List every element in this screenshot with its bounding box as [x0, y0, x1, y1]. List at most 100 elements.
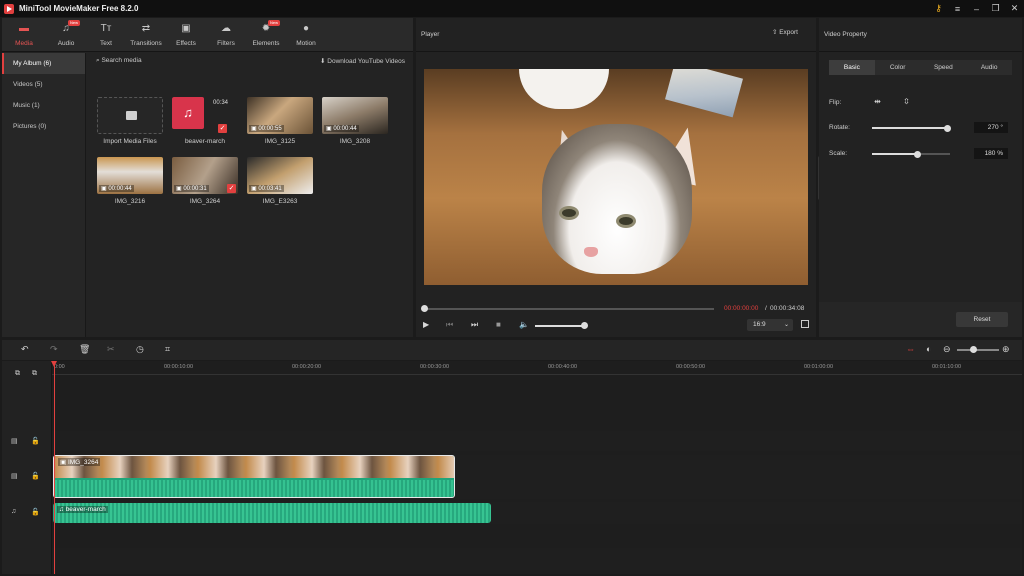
- minimize-button[interactable]: –: [967, 4, 986, 14]
- scale-value-field[interactable]: 180 %: [974, 148, 1008, 159]
- flip-vertical-icon[interactable]: ⇳: [900, 97, 913, 107]
- play-icon[interactable]: ▶: [423, 320, 429, 329]
- seek-knob[interactable]: [421, 305, 428, 312]
- tool-filters[interactable]: ☁ Filters: [206, 22, 246, 47]
- delete-icon[interactable]: 🗑: [79, 344, 90, 355]
- media-panel: ▬ Media New ♫ Audio Tт Text ⇄ Transition…: [2, 18, 413, 337]
- maximize-button[interactable]: ❐: [986, 3, 1005, 14]
- media-name: IMG_3264: [189, 198, 221, 205]
- sidebar-item-pictures[interactable]: Pictures (0): [2, 116, 85, 137]
- sidebar-item-my-album[interactable]: My Album (6): [2, 53, 85, 74]
- app-title: MiniTool MovieMaker Free 8.2.0: [19, 4, 139, 13]
- export-button[interactable]: ⇧ Export: [772, 28, 798, 36]
- tool-transitions[interactable]: ⇄ Transitions: [126, 22, 166, 47]
- media-duration: ▣ 00:03:41: [249, 185, 284, 192]
- total-time: 00:00:34:08: [770, 305, 805, 312]
- clip-frames: [54, 456, 454, 478]
- next-frame-icon[interactable]: ⏭: [471, 320, 478, 330]
- cloud-icon: ☁: [221, 23, 231, 34]
- player-title: Player: [421, 31, 440, 38]
- add-track-icon[interactable]: ⧉: [15, 370, 20, 378]
- volume-icon[interactable]: 🔈: [519, 320, 529, 329]
- tab-basic[interactable]: Basic: [829, 60, 875, 75]
- film-icon: ▤: [11, 438, 18, 445]
- video-property-panel: Video Property Basic Color Speed Audio F…: [819, 18, 1022, 337]
- zoom-out-icon[interactable]: ⊖: [943, 344, 951, 355]
- audio-mix-icon[interactable]: ◐: [926, 344, 931, 354]
- copy-track-icon[interactable]: ⧉: [32, 370, 37, 378]
- current-time: 00:00:00:00: [724, 305, 759, 312]
- video-thumbnail: ▣ 00:00:31 ✓: [172, 157, 238, 194]
- tool-text[interactable]: Tт Text: [86, 22, 126, 47]
- media-item-beaver-march[interactable]: ♫ 00:34 ✓ beaver-march: [172, 97, 238, 145]
- clip-waveform: [54, 480, 454, 497]
- scale-slider[interactable]: [872, 150, 950, 158]
- key-icon[interactable]: ⚷: [929, 3, 948, 14]
- stop-icon[interactable]: ■: [496, 320, 501, 329]
- media-item-img-3125[interactable]: ▣ 00:00:55 IMG_3125: [247, 97, 313, 145]
- film-icon: ▣: [60, 459, 68, 466]
- undo-icon[interactable]: ↶: [21, 344, 29, 355]
- media-item-img-3264[interactable]: ▣ 00:00:31 ✓ IMG_3264: [172, 157, 238, 205]
- close-button[interactable]: ✕: [1005, 3, 1024, 14]
- elements-icon: ✹: [261, 23, 271, 34]
- sidebar-item-videos[interactable]: Videos (5): [2, 74, 85, 95]
- volume-knob[interactable]: [581, 322, 588, 329]
- aspect-ratio-select[interactable]: 16:9 ⌄: [747, 319, 793, 331]
- video-clip[interactable]: ▣ IMG_3264: [53, 455, 455, 498]
- zoom-slider[interactable]: [957, 346, 999, 353]
- tab-audio[interactable]: Audio: [966, 60, 1012, 75]
- sidebar-item-music[interactable]: Music (1): [2, 95, 85, 116]
- flip-horizontal-icon[interactable]: ⇹: [871, 97, 884, 107]
- redo-icon[interactable]: ↷: [50, 344, 58, 355]
- lock-icon[interactable]: 🔓: [31, 472, 40, 480]
- ruler-tick: 00:00:20:00: [292, 364, 322, 370]
- tool-effects[interactable]: ▣ Effects: [166, 22, 206, 47]
- media-item-img-3216[interactable]: ▣ 00:00:44 IMG_3216: [97, 157, 163, 205]
- empty-track[interactable]: [52, 548, 1022, 570]
- timeline: ⧉ ⧉ ▤ 🔓 ▤ 🔓 ♫ 🔓 0:00 00:00:10:00 00:00:2…: [2, 361, 1022, 574]
- download-youtube-button[interactable]: ⬇ Download YouTube Videos: [320, 57, 405, 65]
- media-item-img-e3263[interactable]: ▣ 00:03:41 IMG_E3263: [247, 157, 313, 205]
- cat-eye-shape: [559, 206, 579, 220]
- rotate-knob[interactable]: [944, 124, 951, 132]
- lock-icon[interactable]: 🔓: [31, 508, 40, 516]
- tab-speed[interactable]: Speed: [921, 60, 967, 75]
- import-media-box[interactable]: [97, 97, 163, 134]
- media-duration: ▣ 00:00:44: [324, 125, 359, 132]
- property-tabs: Basic Color Speed Audio: [829, 60, 1012, 75]
- audio-clip[interactable]: ♫ beaver-march: [53, 503, 491, 523]
- tool-elements[interactable]: New ✹ Elements: [246, 20, 286, 47]
- seek-bar[interactable]: [421, 305, 714, 312]
- search-media-button[interactable]: ⌕ Search media: [96, 57, 142, 65]
- video-preview[interactable]: [424, 69, 808, 285]
- split-icon[interactable]: ✂: [107, 344, 115, 355]
- tool-media[interactable]: ▬ Media: [4, 22, 44, 47]
- ruler-tick: 00:00:40:00: [548, 364, 578, 370]
- scale-knob[interactable]: [914, 150, 921, 158]
- fullscreen-icon[interactable]: [801, 320, 809, 328]
- music-note-icon: ♫: [11, 508, 17, 515]
- new-badge: New: [268, 20, 281, 26]
- tool-audio[interactable]: New ♫ Audio: [46, 20, 86, 47]
- overlay-track[interactable]: [52, 431, 1022, 451]
- fit-timeline-icon[interactable]: ⇔: [906, 344, 915, 354]
- reset-button[interactable]: Reset: [956, 312, 1008, 327]
- tab-color[interactable]: Color: [875, 60, 921, 75]
- crop-icon[interactable]: ⌗: [165, 344, 170, 355]
- music-note-icon: ♫: [62, 23, 70, 34]
- rotate-slider[interactable]: [872, 124, 951, 132]
- rotate-value-field[interactable]: 270 °: [974, 122, 1008, 133]
- import-media-tile[interactable]: Import Media Files: [97, 97, 163, 145]
- zoom-in-icon[interactable]: ⊕: [1002, 344, 1010, 355]
- timeline-ruler[interactable]: 0:00 00:00:10:00 00:00:20:00 00:00:30:00…: [52, 361, 1022, 375]
- media-item-img-3208[interactable]: ▣ 00:00:44 IMG_3208: [322, 97, 388, 145]
- playhead[interactable]: [51, 361, 57, 574]
- volume-slider[interactable]: [535, 322, 588, 329]
- previous-frame-icon[interactable]: ⏮: [446, 320, 453, 330]
- lock-icon[interactable]: 🔓: [31, 437, 40, 445]
- speed-icon[interactable]: ◷: [136, 344, 144, 355]
- zoom-knob[interactable]: [970, 346, 977, 353]
- menu-icon[interactable]: ≡: [948, 4, 967, 14]
- tool-motion[interactable]: ● Motion: [286, 22, 326, 47]
